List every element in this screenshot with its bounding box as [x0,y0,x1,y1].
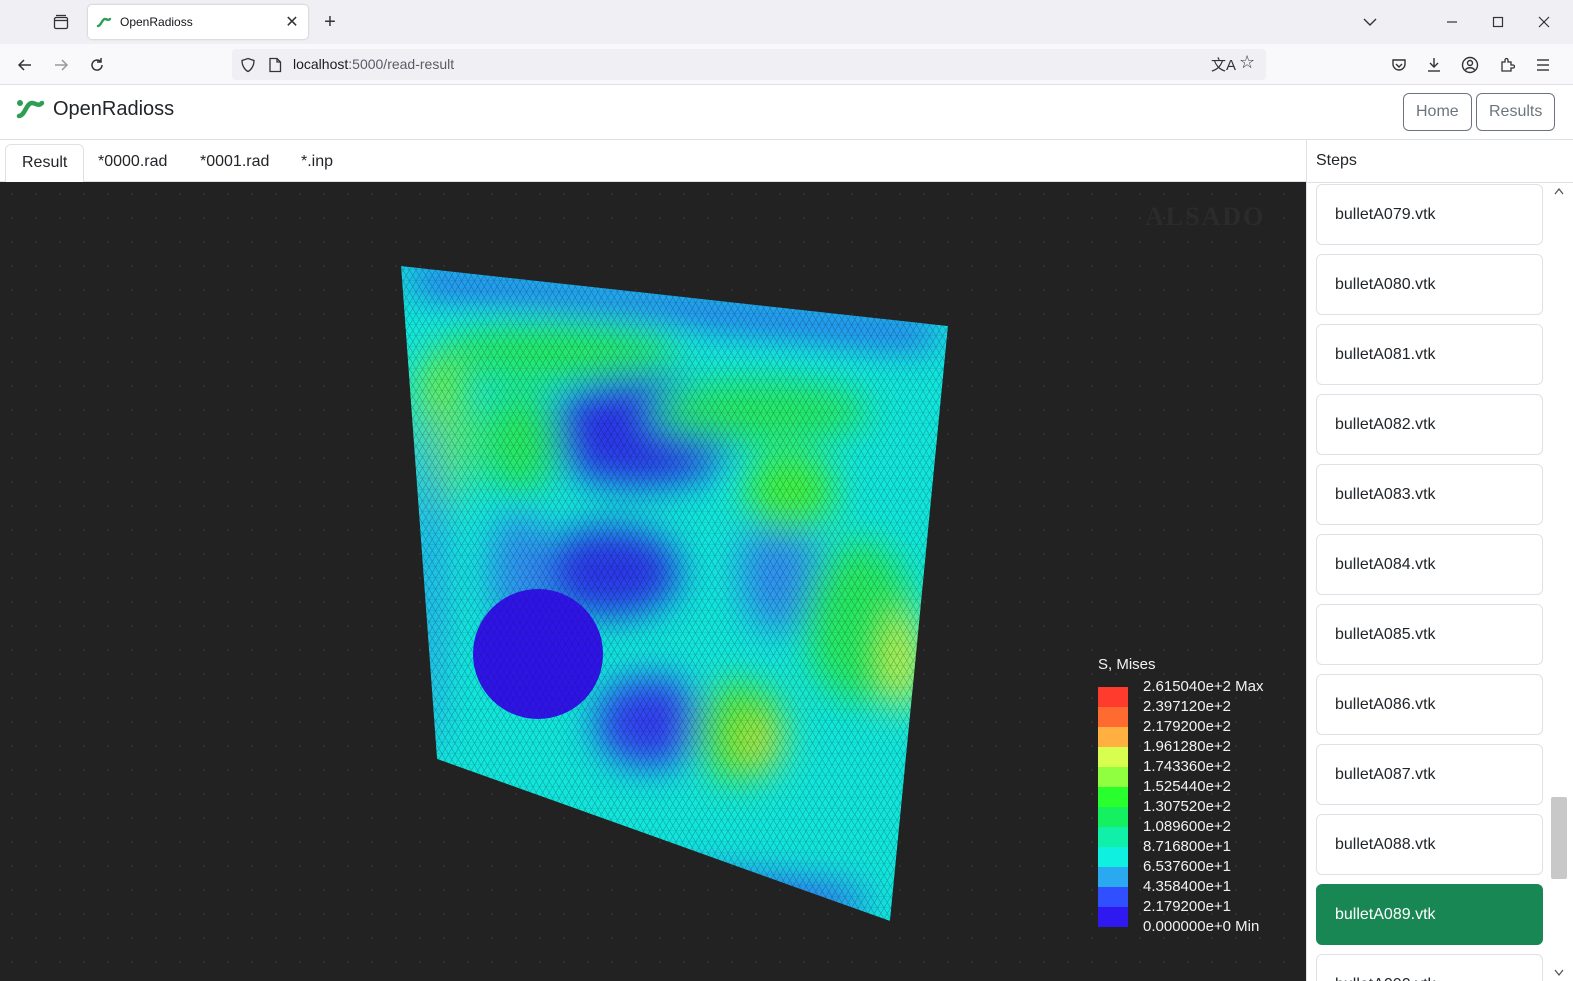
browser-tab[interactable]: OpenRadioss ✕ [88,5,308,39]
tab-result[interactable]: Result [5,144,85,183]
back-icon[interactable] [12,52,38,78]
legend-swatch [1098,827,1128,847]
brand-link[interactable]: OpenRadioss [16,97,174,121]
home-button[interactable]: Home [1403,93,1472,131]
step-item[interactable]: bulletA083.vtk [1316,464,1543,525]
legend-swatch [1098,747,1128,767]
legend-swatch [1098,727,1128,747]
tab-inp[interactable]: *.inp [285,144,349,182]
forward-icon[interactable] [48,52,74,78]
legend-scale: 2.615040e+2 Max 2.397120e+2 2.179200e+2 1.9… [1098,678,1264,947]
extensions-icon[interactable] [1494,52,1520,78]
step-item[interactable]: bulletA084.vtk [1316,534,1543,595]
account-icon[interactable] [1457,52,1483,78]
browser-tab-title: OpenRadioss [120,15,193,29]
step-item[interactable]: bulletA080.vtk [1316,254,1543,315]
step-item[interactable]: bulletA085.vtk [1316,604,1543,665]
brand-name: OpenRadioss [53,97,175,120]
close-tab-icon[interactable]: ✕ [280,10,304,34]
legend-label: 1.089600e+2 [1143,818,1232,835]
legend-swatch [1098,767,1128,787]
step-item[interactable]: bulletA079.vtk [1316,184,1543,245]
openradioss-logo-icon [16,100,45,119]
step-item[interactable]: bulletA089.vtk [1316,884,1543,945]
menu-icon[interactable] [1530,52,1556,78]
browser-toolbar: localhost:5000/read-result 文A ☆ [0,44,1573,85]
steps-list[interactable]: bulletA090.vtk bulletA089.vtk bulletA088.v… [1307,182,1573,981]
step-item[interactable]: bulletA090.vtk [1316,954,1543,981]
legend-label: 6.537600e+1 [1143,858,1232,875]
downloads-icon[interactable] [1421,52,1447,78]
scroll-down-icon[interactable] [1554,969,1564,977]
legend-label: 2.179200e+1 [1143,898,1232,915]
step-item[interactable]: bulletA082.vtk [1316,394,1543,455]
openradioss-favicon-icon [96,17,112,28]
legend-swatch [1098,867,1128,887]
legend-swatch [1098,907,1128,927]
legend-label: 1.307520e+2 [1143,798,1232,815]
steps-panel: Steps bulletA090.vtkbulletA089.vtkbullet… [1306,140,1573,981]
scroll-up-icon[interactable] [1554,187,1564,195]
legend-label: 0.000000e+0 Min [1143,918,1260,935]
legend-title: S, Mises [1098,656,1156,673]
bookmark-star-icon[interactable]: ☆ [1239,52,1255,73]
minimize-icon[interactable] [1440,10,1464,34]
close-window-icon[interactable] [1532,10,1556,34]
translate-icon[interactable]: 文A [1211,54,1236,75]
legend-label: 2.179200e+2 [1143,718,1232,735]
legend-label: 1.743360e+2 [1143,758,1232,775]
legend-swatch [1098,847,1128,867]
maximize-icon[interactable] [1486,10,1510,34]
step-item[interactable]: bulletA088.vtk [1316,814,1543,875]
file-tabs: Result *0000.rad *0001.rad *.inp [0,140,1306,183]
page-info-icon[interactable] [268,57,282,73]
new-tab-icon[interactable]: + [318,10,342,34]
legend-swatch [1098,707,1128,727]
legend-label: 1.961280e+2 [1143,738,1232,755]
legend-swatch [1098,787,1128,807]
mises-legend: S, Mises 2.615040e+2 Max 2.397120e+2 2.179… [1098,656,1264,947]
result-3d-viewer[interactable]: ALSADO S, Mises 2.615040e+2 Max 2.397120… [0,182,1306,981]
steps-header: Steps [1316,152,1357,169]
url-bar[interactable]: localhost:5000/read-result 文A ☆ [232,49,1266,80]
legend-swatch [1098,687,1128,707]
legend-label: 2.397120e+2 [1143,698,1232,715]
url-text[interactable]: localhost:5000/read-result [293,56,454,72]
tracking-shield-icon[interactable] [240,57,256,73]
step-item[interactable]: bulletA086.vtk [1316,674,1543,735]
steps-scroll-thumb[interactable] [1551,797,1567,879]
legend-row: 0.000000e+0 Min [1098,918,1259,947]
step-item[interactable]: bulletA081.vtk [1316,324,1543,385]
legend-label: 1.525440e+2 [1143,778,1232,795]
reload-icon[interactable] [84,52,110,78]
step-item[interactable]: bulletA087.vtk [1316,744,1543,805]
legend-swatch [1098,887,1128,907]
tab-list-chevron-icon[interactable] [1358,10,1382,34]
pocket-icon[interactable] [1386,52,1412,78]
tab-0001-rad[interactable]: *0001.rad [184,144,285,182]
results-button[interactable]: Results [1476,93,1556,131]
app-navbar: OpenRadioss Home Results [0,85,1573,140]
tab-0000-rad[interactable]: *0000.rad [82,144,183,182]
legend-swatch [1098,807,1128,827]
legend-label: 8.716800e+1 [1143,838,1232,855]
tab-overview-icon[interactable] [48,10,74,34]
plate-contour [401,266,948,921]
browser-tab-strip: OpenRadioss ✕ + [0,0,1573,44]
legend-label: 2.615040e+2 Max [1143,678,1264,695]
legend-label: 4.358400e+1 [1143,878,1232,895]
